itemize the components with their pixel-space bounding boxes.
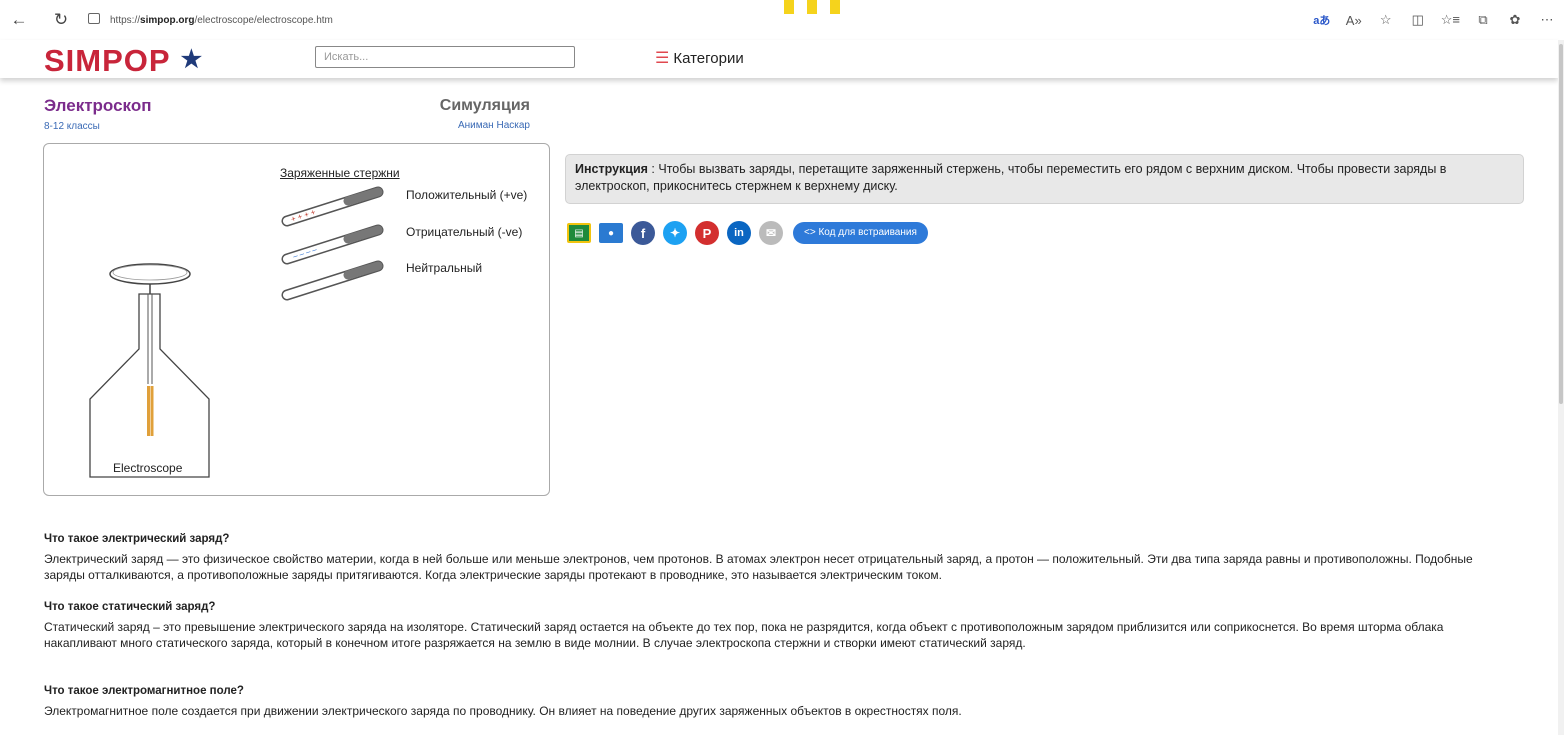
browser-toolbar-icons: aあ A» ☆ ◫ ☆≡ ⧉ ✿ ⋯	[1313, 9, 1556, 31]
lock-icon	[88, 13, 100, 24]
embed-code-icon: <>	[804, 227, 819, 238]
electroscope-apparatus	[89, 263, 210, 478]
article-electric-charge: Что такое электрический заряд? Электриче…	[44, 531, 1514, 583]
article-text: Статический заряд – это превышение элект…	[44, 620, 1444, 650]
embed-code-label: Код для встраивания	[818, 227, 917, 238]
electroscope-leaf-left	[147, 386, 150, 436]
site-header: SIMPOP ★ ☰Категории	[0, 40, 1558, 78]
categories-label: Категории	[673, 50, 744, 67]
scrollbar-thumb[interactable]	[1559, 44, 1563, 404]
google-classroom-icon[interactable]: ▤	[567, 223, 591, 243]
simulation-canvas[interactable]: + + + + – – – – Заряженные стержни Полож…	[43, 143, 550, 496]
embed-code-button[interactable]: <> Код для встраивания	[793, 222, 928, 244]
electroscope-label: Electroscope	[113, 461, 183, 475]
collections-icon[interactable]: ⧉	[1474, 12, 1492, 28]
instruction-text: : Чтобы вызвать заряды, перетащите заряж…	[575, 162, 1447, 193]
neutral-rod-label: Нейтральный	[406, 261, 483, 275]
negative-rod[interactable]: – – – –	[281, 224, 384, 265]
address-bar[interactable]: https://simpop.org/electroscope/electros…	[88, 9, 1298, 33]
read-aloud-icon[interactable]: A»	[1345, 13, 1363, 28]
positive-rod-label: Положительный (+ve)	[406, 188, 528, 202]
email-icon[interactable]: ✉	[759, 221, 783, 245]
article-heading: Что такое электромагнитное поле?	[44, 685, 244, 697]
url-prefix: https://	[110, 15, 141, 26]
pinterest-icon[interactable]: P	[695, 221, 719, 245]
twitter-icon[interactable]: ✦	[663, 221, 687, 245]
linkedin-icon[interactable]: in	[727, 221, 751, 245]
article-heading: Что такое электрический заряд?	[44, 533, 230, 545]
translate-icon[interactable]: aあ	[1313, 12, 1331, 28]
share-toolbar: ▤ ● f ✦ P in ✉ <> Код для встраивания	[567, 221, 928, 245]
hamburger-menu-icon: ☰	[655, 50, 670, 67]
instruction-heading: Инструкция	[575, 162, 648, 176]
categories-menu[interactable]: ☰ Категории	[655, 48, 744, 68]
author-link[interactable]: Аниман Наскар	[380, 120, 530, 131]
charged-rods-title: Заряженные стержни	[280, 166, 400, 180]
site-logo[interactable]: SIMPOP ★	[44, 43, 203, 79]
article-static-charge: Что такое статический заряд? Статический…	[44, 599, 1514, 651]
electroscope-leaf-right	[150, 386, 154, 436]
browser-toolbar: ← ↻ https://simpop.org/electroscope/elec…	[0, 0, 1564, 40]
neutral-rod[interactable]	[281, 260, 384, 301]
extensions-icon[interactable]: ✿	[1506, 12, 1524, 28]
more-menu-icon[interactable]: ⋯	[1538, 12, 1556, 28]
article-text: Электрический заряд — это физическое сво…	[44, 552, 1473, 582]
logo-text: SIMPOP	[44, 43, 171, 78]
search-input[interactable]	[315, 46, 575, 68]
yellow-marker-decoration	[784, 0, 854, 14]
back-arrow-icon[interactable]: ←	[8, 9, 30, 31]
electroscope-jar	[89, 293, 210, 478]
facebook-icon[interactable]: f	[631, 221, 655, 245]
favorites-list-icon[interactable]: ☆≡	[1441, 12, 1460, 28]
favorite-star-icon[interactable]: ☆	[1377, 12, 1395, 28]
electroscope-top-disk	[109, 263, 191, 285]
simulation-label: Симуляция	[439, 97, 530, 114]
article-heading: Что такое статический заряд?	[44, 601, 216, 613]
star-icon: ★	[180, 46, 204, 73]
positive-rod[interactable]: + + + +	[281, 186, 384, 227]
instruction-box: Инструкция : Чтобы вызвать заряды, перет…	[565, 154, 1524, 204]
page-scrollbar[interactable]	[1558, 40, 1564, 735]
split-screen-icon[interactable]: ◫	[1409, 12, 1427, 28]
url-path: /electroscope/electroscope.htm	[194, 15, 333, 26]
article-electromagnetic-field: Что такое электромагнитное поле? Электро…	[44, 683, 1514, 719]
negative-rod-label: Отрицательный (-ve)	[406, 225, 523, 239]
page-title: Электроскоп	[44, 96, 152, 115]
article-text: Электромагнитное поле создается при движ…	[44, 704, 962, 718]
reload-icon[interactable]: ↻	[50, 9, 72, 31]
chat-bubble-icon[interactable]: ●	[599, 223, 623, 243]
url-host: simpop.org	[140, 15, 195, 26]
grades-link[interactable]: 8-12 классы	[44, 121, 100, 132]
